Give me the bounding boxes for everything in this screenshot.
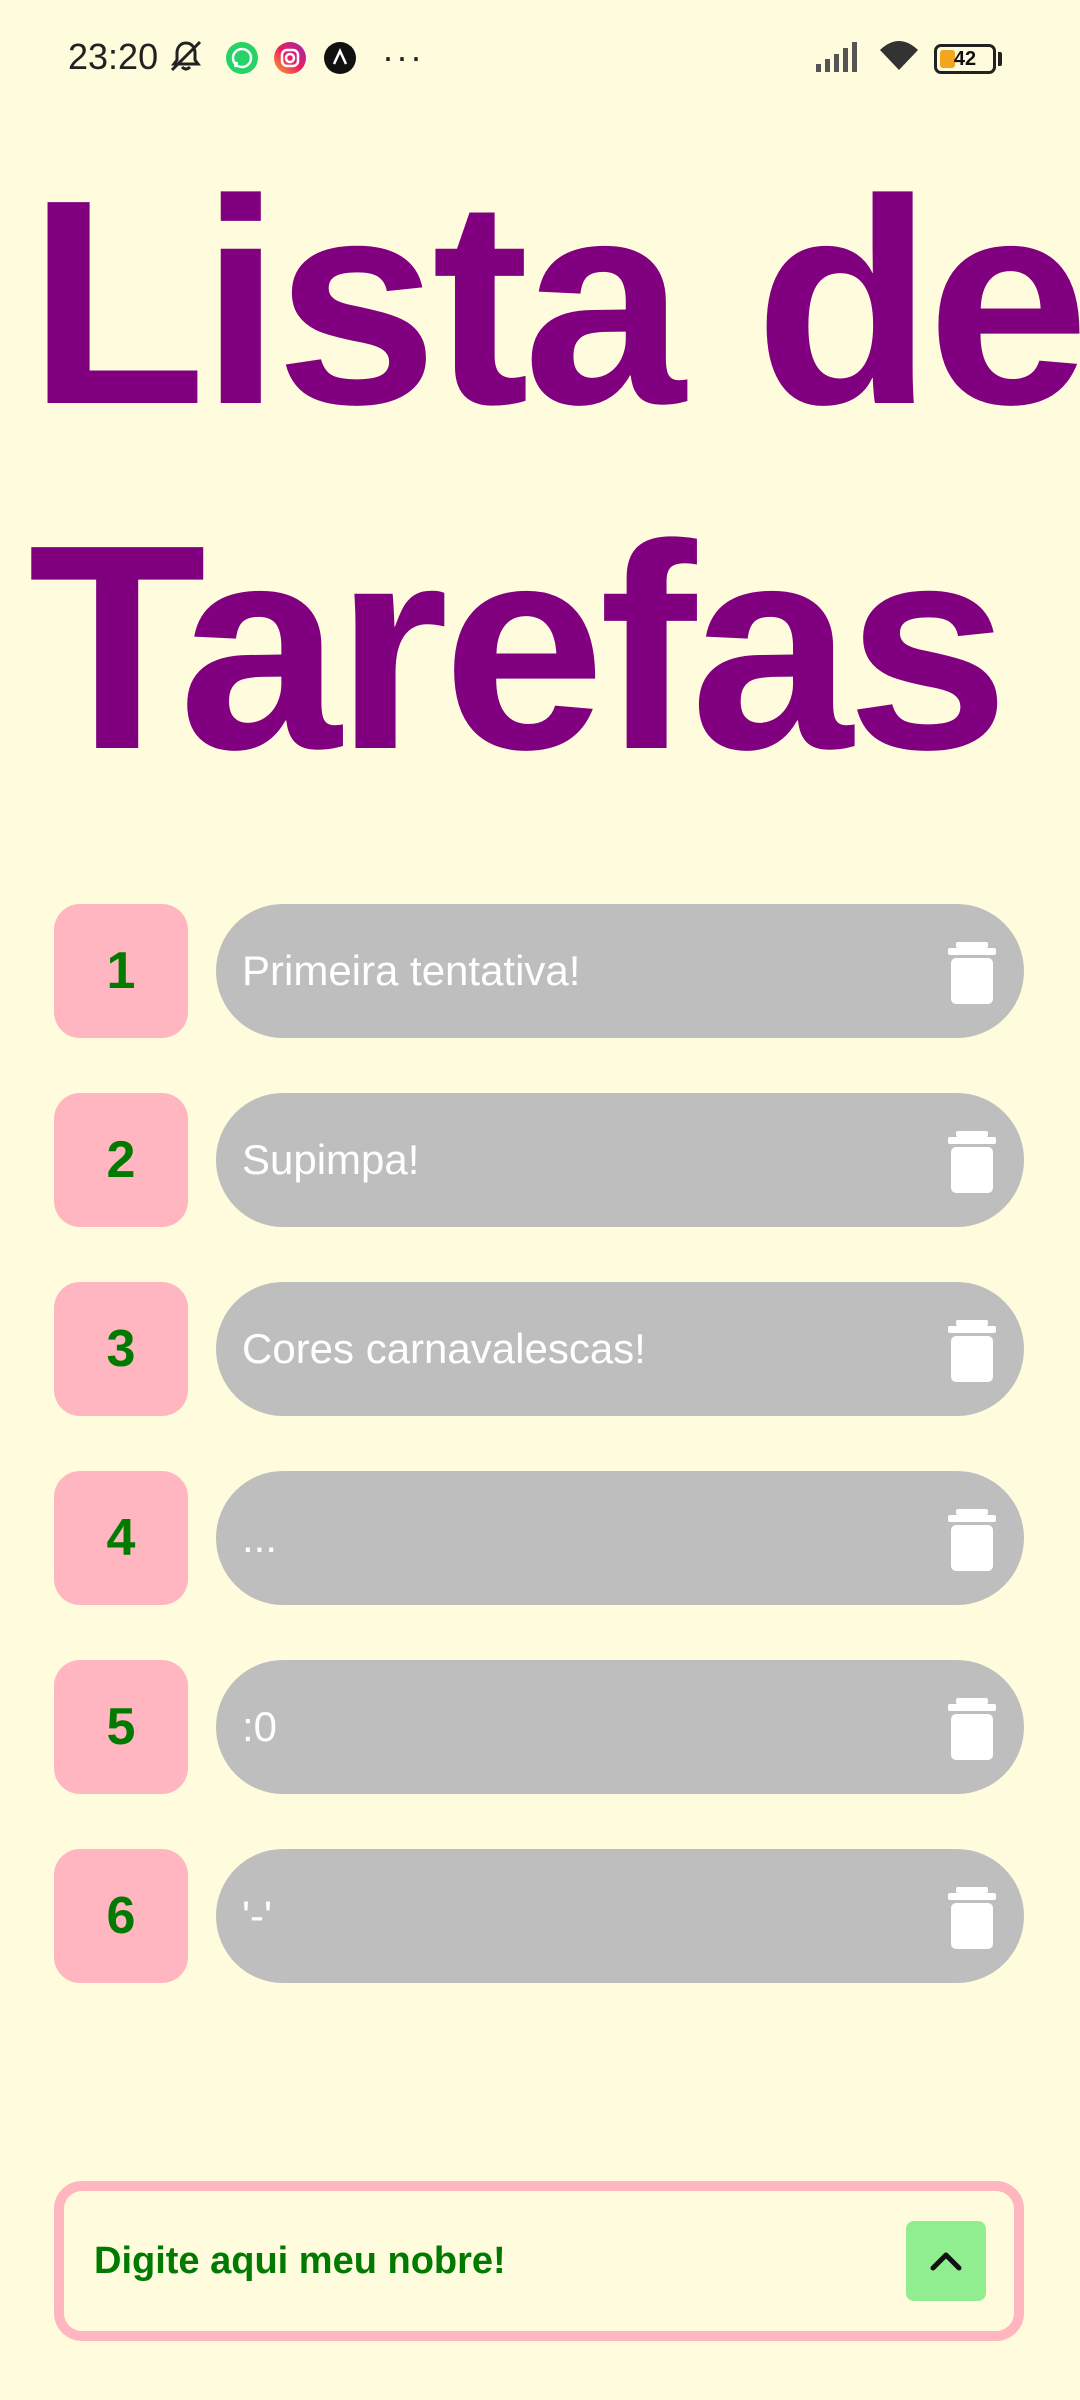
chevron-up-icon bbox=[930, 2252, 962, 2271]
task-text: Cores carnavalescas! bbox=[242, 1325, 646, 1372]
task-item[interactable]: '-' bbox=[216, 1849, 1024, 1983]
trash-icon[interactable] bbox=[948, 1318, 996, 1382]
trash-icon[interactable] bbox=[948, 1885, 996, 1949]
task-item[interactable]: Supimpa! bbox=[216, 1093, 1024, 1227]
task-number: 5 bbox=[54, 1660, 188, 1794]
app-icon bbox=[324, 42, 356, 74]
clock: 23:20 bbox=[68, 36, 159, 77]
new-task-input[interactable] bbox=[94, 2191, 874, 2331]
trash-icon[interactable] bbox=[948, 940, 996, 1004]
new-task-bar bbox=[54, 2181, 1024, 2341]
overflow-icon: ··· bbox=[382, 36, 424, 77]
task-text: Supimpa! bbox=[242, 1136, 420, 1183]
title-line-2: Tarefas bbox=[28, 484, 1009, 810]
trash-icon[interactable] bbox=[948, 1696, 996, 1760]
task-row: 2 Supimpa! bbox=[0, 1093, 1080, 1227]
wifi-icon bbox=[880, 41, 918, 70]
trash-icon[interactable] bbox=[948, 1507, 996, 1571]
signal-icon bbox=[816, 42, 857, 72]
task-row: 6 '-' bbox=[0, 1849, 1080, 1983]
battery-icon: 42 bbox=[934, 44, 996, 74]
add-task-button[interactable] bbox=[906, 2221, 986, 2301]
task-row: 4 ... bbox=[0, 1471, 1080, 1605]
task-number: 1 bbox=[54, 904, 188, 1038]
battery-level: 42 bbox=[953, 48, 977, 70]
status-bar: 23:20 ··· 42 bbox=[0, 0, 1080, 120]
task-row: 1 Primeira tentativa! bbox=[0, 904, 1080, 1038]
battery-tip bbox=[998, 52, 1002, 66]
task-item[interactable]: Cores carnavalescas! bbox=[216, 1282, 1024, 1416]
trash-icon[interactable] bbox=[948, 1129, 996, 1193]
task-text: Primeira tentativa! bbox=[242, 947, 581, 994]
task-item[interactable]: :0 bbox=[216, 1660, 1024, 1794]
task-text: ... bbox=[242, 1514, 278, 1561]
task-number: 2 bbox=[54, 1093, 188, 1227]
task-number: 3 bbox=[54, 1282, 188, 1416]
task-text: :0 bbox=[242, 1703, 278, 1750]
task-item[interactable]: Primeira tentativa! bbox=[216, 904, 1024, 1038]
bell-off-icon bbox=[170, 40, 202, 72]
title-line-1: Lista de bbox=[28, 139, 1080, 465]
task-row: 3 Cores carnavalescas! bbox=[0, 1282, 1080, 1416]
task-number: 6 bbox=[54, 1849, 188, 1983]
task-number: 4 bbox=[54, 1471, 188, 1605]
task-text: '-' bbox=[242, 1892, 273, 1939]
instagram-icon bbox=[274, 42, 306, 74]
page-title: Lista de Tarefas bbox=[28, 130, 1080, 820]
task-row: 5 :0 bbox=[0, 1660, 1080, 1794]
task-item[interactable]: ... bbox=[216, 1471, 1024, 1605]
whatsapp-icon bbox=[226, 42, 258, 74]
